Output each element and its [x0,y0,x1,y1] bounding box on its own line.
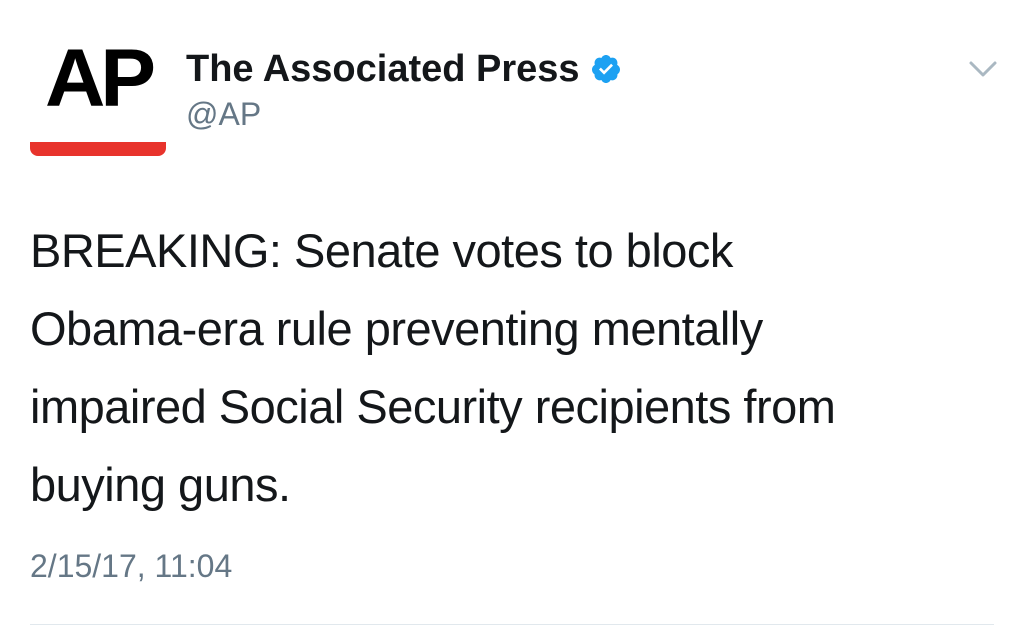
user-info: The Associated Press @AP [186,48,622,130]
tweet-timestamp[interactable]: 2/15/17, 11:04 [30,550,232,582]
user-handle[interactable]: @AP [186,98,622,130]
display-name[interactable]: The Associated Press [186,50,580,88]
tweet: AP The Associated Press @AP BREAKING: Se… [0,0,1024,626]
chevron-down-icon[interactable] [966,56,1000,82]
verified-badge-icon [590,53,622,85]
divider [30,624,994,625]
name-row: The Associated Press [186,48,622,90]
ap-logo: AP [44,33,156,124]
tweet-text: BREAKING: Senate votes to block Obama-er… [30,224,836,511]
ap-logo-underline [30,142,166,156]
avatar[interactable]: AP [30,38,166,162]
